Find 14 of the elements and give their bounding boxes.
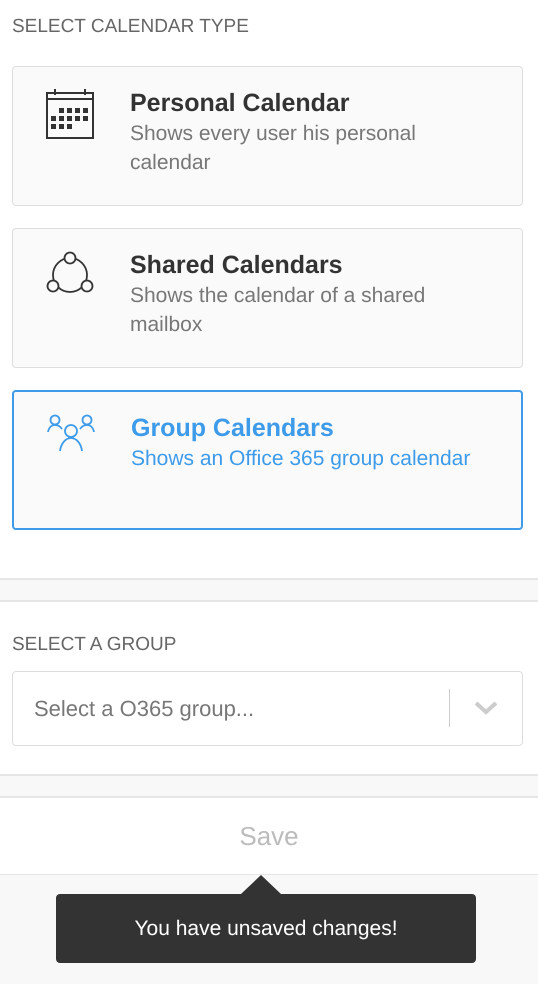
option-description: Shows an Office 365 group calendar [131, 446, 472, 472]
chevron-down-icon [474, 701, 498, 715]
option-description: Shows every user his personal calendar [130, 121, 417, 176]
group-select[interactable]: Select a O365 group... [12, 671, 523, 746]
option-description: Shows the calendar of a shared mailbox [130, 283, 426, 338]
people-icon [47, 414, 95, 452]
option-title: Shared Calendars [130, 250, 344, 281]
option-title: Group Calendars [131, 413, 335, 444]
section-heading: SELECT A GROUP [12, 633, 178, 657]
calendar-icon [46, 89, 94, 139]
calendar-type-option[interactable]: Personal Calendar Shows every user his personal calendar [12, 66, 523, 206]
option-title: Personal Calendar [130, 88, 351, 119]
calendar-type-option[interactable]: Shared Calendars Shows the calendar of a shared mailbox [12, 228, 523, 368]
section-heading: SELECT CALENDAR TYPE [12, 15, 250, 39]
